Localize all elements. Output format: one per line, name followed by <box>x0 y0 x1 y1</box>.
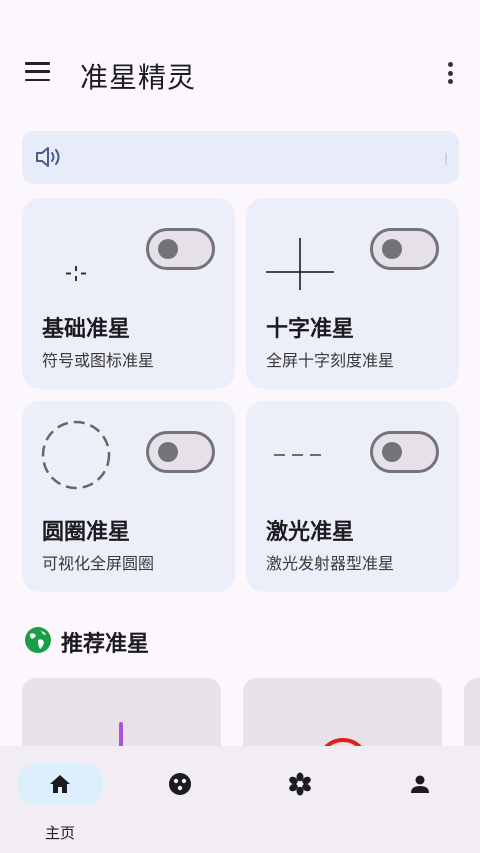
toggle-knob <box>158 239 178 259</box>
toggle-knob <box>382 239 402 259</box>
nav-item-flower[interactable] <box>250 762 350 842</box>
nav-item-palette[interactable] <box>130 762 230 842</box>
flower-icon <box>289 772 311 796</box>
card-laser-crosshair[interactable]: 激光准星 激光发射器型准星 <box>246 401 459 592</box>
card-basic-crosshair[interactable]: 基础准星 符号或图标准星 <box>22 198 235 389</box>
app-title: 准星精灵 <box>80 61 197 94</box>
card-title: 圆圈准星 <box>42 520 131 545</box>
nav-item-profile[interactable] <box>370 762 470 842</box>
notice-banner[interactable] <box>22 131 459 184</box>
card-title: 激光准星 <box>266 520 355 545</box>
toggle-knob <box>158 442 178 462</box>
speaker-icon <box>36 147 60 167</box>
toggle-knob <box>382 442 402 462</box>
card-title: 十字准星 <box>266 317 355 342</box>
dot-cross-icon <box>66 266 86 281</box>
more-options-icon[interactable] <box>442 62 458 90</box>
card-subtitle: 全屏十字刻度准星 <box>266 351 395 370</box>
top-app-bar: 准星精灵 <box>0 40 480 112</box>
nav-label-home: 主页 <box>44 824 75 842</box>
laser-crosshair-toggle[interactable] <box>370 431 439 473</box>
card-cross-crosshair[interactable]: 十字准星 全屏十字刻度准星 <box>246 198 459 389</box>
person-icon <box>411 775 429 793</box>
card-subtitle: 激光发射器型准星 <box>266 554 395 573</box>
dashed-circle-icon <box>41 420 111 490</box>
cross-crosshair-toggle[interactable] <box>370 228 439 270</box>
home-icon <box>50 775 70 793</box>
card-circle-crosshair[interactable]: 圆圈准星 可视化全屏圆圈 <box>22 401 235 592</box>
crosshair-icon <box>266 238 334 290</box>
card-subtitle: 可视化全屏圆圈 <box>42 554 155 573</box>
menu-icon[interactable] <box>22 62 54 90</box>
globe-icon <box>25 627 51 653</box>
dashed-line-icon <box>274 454 324 456</box>
bottom-navigation: 主页 <box>0 746 480 853</box>
nav-item-home[interactable]: 主页 <box>10 762 110 842</box>
card-subtitle: 符号或图标准星 <box>42 351 155 370</box>
recommended-title: 推荐准星 <box>61 632 150 657</box>
basic-crosshair-toggle[interactable] <box>146 228 215 270</box>
palette-icon <box>169 773 191 795</box>
card-title: 基础准星 <box>42 317 131 342</box>
circle-crosshair-toggle[interactable] <box>146 431 215 473</box>
notice-scroll-caret <box>445 153 447 165</box>
